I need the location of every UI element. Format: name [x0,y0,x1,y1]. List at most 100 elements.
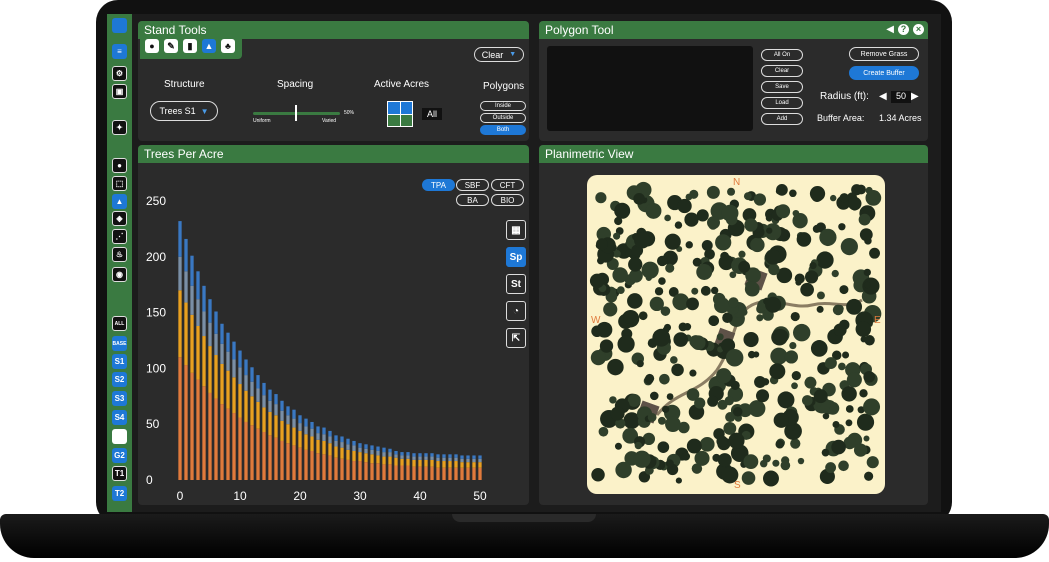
bar-segment [454,454,458,458]
metric-ba-button[interactable]: BA [456,194,489,206]
tree-canopy [790,438,801,449]
tree-canopy [727,187,736,196]
planimetric-map[interactable]: N S E W [587,175,885,494]
bar-segment [262,395,266,408]
active-acres-grid[interactable] [387,101,413,127]
radius-increase-icon[interactable]: ▶ [911,91,919,102]
polygon-all-on-button[interactable]: All On [761,49,803,61]
bar-segment [250,381,254,397]
tree-canopy [863,268,871,277]
tree-canopy [595,238,608,251]
remove-grass-button[interactable]: Remove Grass [849,47,919,61]
polygon-preview[interactable] [547,46,753,131]
tree-canopy [615,461,632,479]
layers-icon[interactable]: ◈ [112,211,127,226]
blank-button[interactable] [112,429,127,444]
structure-icon[interactable]: St [506,274,526,294]
structure-select[interactable]: Trees S1 ▼ [150,101,218,121]
bar-segment [418,456,422,460]
polygon-load-button[interactable]: Load [761,97,803,109]
bar-segment [436,454,440,458]
pie-icon[interactable]: ◔ [506,301,526,321]
species-icon[interactable]: Sp [506,247,526,267]
polygon-option-inside[interactable]: Inside [480,101,526,111]
bar-segment [430,459,434,467]
create-buffer-button[interactable]: Create Buffer [849,66,919,80]
bar-segment [232,359,236,378]
tree-canopy [821,448,830,457]
bar-segment [220,323,224,344]
info-icon[interactable]: ● [112,158,127,173]
clear-dropdown[interactable]: Clear ▼ [474,47,524,62]
close-icon[interactable]: × [913,24,924,35]
tree-canopy [856,413,875,431]
s4-button[interactable]: S4 [112,410,127,425]
menu-icon[interactable]: ≡ [112,44,127,59]
tree-canopy [816,305,824,313]
bar-segment [202,311,206,337]
tree-canopy [633,192,645,205]
tree-canopy [777,391,795,409]
bar-segment [256,401,260,429]
bar-segment [370,445,374,450]
s3-button[interactable]: S3 [112,391,127,406]
spacing-slider-thumb[interactable] [295,105,297,121]
camera-icon[interactable]: ◉ [112,267,127,282]
tree-tool-icon[interactable]: ▲ [202,39,216,53]
frame-icon[interactable]: ⬚ [112,176,127,191]
tree-canopy [816,251,834,269]
export-icon[interactable]: ⇱ [506,328,526,348]
save-icon[interactable]: ▣ [112,84,127,99]
s2-button[interactable]: S2 [112,372,127,387]
tree-canopy [791,382,798,390]
table-icon[interactable]: ▦ [506,220,526,240]
polygon-add-button[interactable]: Add [761,113,803,125]
stand-icon[interactable]: ▲ [112,194,127,209]
tree-canopy [840,237,858,256]
polygon-clear-button[interactable]: Clear [761,65,803,77]
metric-cft-button[interactable]: CFT [491,179,524,191]
t2-button[interactable]: T2 [112,486,127,501]
buffer-area-value: 1.34 Acres [879,113,922,123]
bar-tool-icon[interactable]: ▮ [183,39,197,53]
tree-canopy [768,263,780,276]
nodes-icon[interactable]: ⋰ [112,229,127,244]
tree-canopy [825,462,837,473]
bar-segment [358,452,362,462]
tree-canopy [866,456,879,469]
polygon-option-outside[interactable]: Outside [480,113,526,123]
polygon-option-both[interactable]: Both [480,125,526,135]
info-tool-icon[interactable]: ● [145,39,159,53]
bar-segment [298,447,302,480]
t1-button[interactable]: T1 [112,466,127,481]
base-button[interactable]: BASE [112,336,127,351]
compass-s: S [734,480,741,491]
polygon-save-button[interactable]: Save [761,81,803,93]
tree-canopy [649,391,659,401]
tree-canopy [804,376,817,389]
metric-bio-button[interactable]: BIO [491,194,524,206]
fire-icon[interactable]: ♨ [112,247,127,262]
collapse-left-icon[interactable]: ◀ [886,21,894,39]
forest-tool-icon[interactable]: ♣ [221,39,235,53]
s1-button[interactable]: S1 [112,354,127,369]
bar-segment [388,448,392,453]
walk-icon[interactable]: ✦ [112,120,127,135]
g2-button[interactable]: G2 [112,448,127,463]
tree-canopy [590,350,607,366]
tree-canopy [700,285,711,296]
all-button[interactable]: ALL [112,316,127,331]
bar-segment [244,390,248,422]
tree-canopy [644,375,654,385]
bar-segment [184,302,188,366]
help-icon[interactable]: ? [898,24,909,35]
edit-tool-icon[interactable]: ✎ [164,39,178,53]
logo-icon[interactable] [112,18,127,33]
radius-decrease-icon[interactable]: ◀ [879,91,887,102]
bar-segment [400,465,404,480]
radius-value[interactable]: 50 [891,91,911,103]
metric-sbf-button[interactable]: SBF [456,179,489,191]
metric-tpa-button[interactable]: TPA [422,179,455,191]
tree-canopy [845,405,854,413]
gear-icon[interactable]: ⚙ [112,66,127,81]
